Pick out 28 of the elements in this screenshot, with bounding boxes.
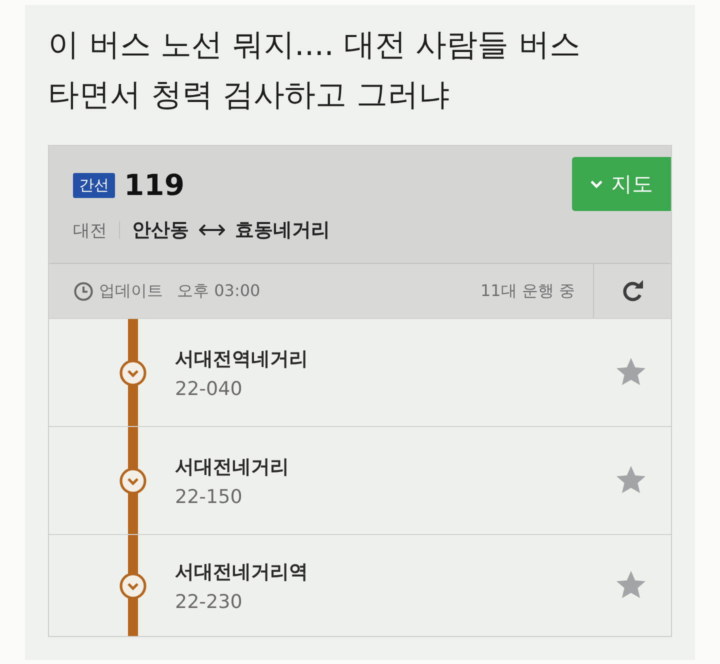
two-way-arrow-icon: [199, 224, 225, 236]
stop-code: 22-150: [175, 486, 244, 508]
refresh-icon: [622, 280, 644, 302]
route-number: 119: [124, 170, 185, 200]
stop-name: 서대전네거리역: [175, 560, 309, 584]
stop-marker-icon: [119, 358, 147, 386]
stop-row[interactable]: 서대전네거리 22-150: [49, 426, 671, 534]
star-icon[interactable]: [615, 570, 647, 601]
stop-code: 22-230: [175, 590, 244, 612]
update-label: 업데이트: [99, 280, 163, 302]
stop-name: 서대전네거리: [175, 454, 290, 480]
stop-row[interactable]: 서대전네거리역 22-230: [49, 534, 671, 636]
update-time: 오후 03:00: [177, 280, 260, 302]
vehicle-count: 11대 운행 중: [480, 280, 575, 302]
star-icon[interactable]: [615, 357, 647, 388]
clock-icon: [74, 282, 93, 300]
route-type-badge: 간선: [73, 172, 115, 198]
chevron-down-icon: [590, 180, 603, 188]
stop-marker-icon: [119, 572, 147, 600]
post-title: 이 버스 노선 뭐지.... 대전 사람들 버스 타면서 청력 검사하고 그러냐: [48, 26, 582, 115]
region-label: 대전: [73, 220, 107, 242]
stop-marker-icon: [119, 466, 147, 494]
stop-code: 22-040: [175, 378, 244, 400]
stop-name: 서대전역네거리: [175, 346, 309, 372]
star-icon[interactable]: [615, 465, 647, 496]
origin-stop: 안산동: [132, 218, 189, 243]
destination-stop: 효동네거리: [235, 218, 330, 243]
stop-row[interactable]: 서대전역네거리 22-040: [49, 318, 671, 426]
